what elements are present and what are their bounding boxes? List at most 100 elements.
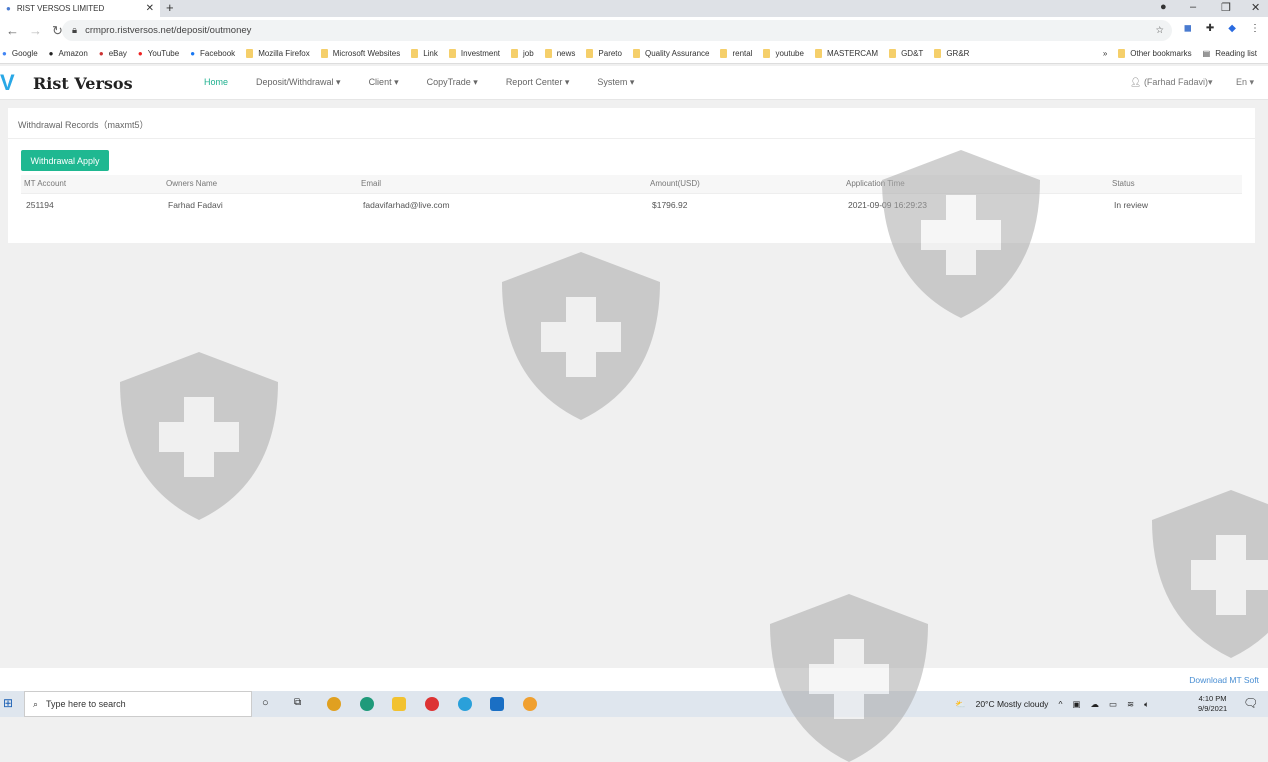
user-menu[interactable]: 👤︎ (Farhad Fadavi)▾ <box>1130 77 1212 88</box>
nav-item[interactable]: CopyTrade ▾ <box>427 77 478 88</box>
bookmark-label: MASTERCAM <box>826 49 879 58</box>
close-tab-icon[interactable]: ✕ <box>146 3 154 14</box>
language-select[interactable]: En ▾ <box>1236 77 1254 88</box>
withdrawal-apply-button[interactable]: Withdrawal Apply <box>21 150 109 171</box>
onedrive-icon[interactable]: ☁ <box>1090 699 1099 710</box>
search-placeholder: Type here to search <box>46 699 126 709</box>
column-header: Status <box>1112 179 1135 188</box>
app-icon[interactable] <box>425 697 439 711</box>
bookmark-label: Microsoft Websites <box>332 49 401 58</box>
shield-extension-icon[interactable]: ◆ <box>1228 23 1236 34</box>
new-tab-button[interactable]: + <box>166 0 174 15</box>
folder-icon <box>411 49 419 58</box>
profile-icon[interactable]: ● <box>1160 1 1167 13</box>
task-view-icon[interactable]: ⧉ <box>294 697 301 708</box>
weather-text[interactable]: 20°C Mostly cloudy <box>976 699 1049 709</box>
back-icon[interactable]: ← <box>6 23 19 38</box>
nav-item[interactable]: Client ▾ <box>369 77 399 88</box>
watermark-shield-icon <box>502 252 660 420</box>
user-name: (Farhad Fadavi)▾ <box>1143 77 1213 87</box>
folder-icon <box>1118 49 1126 58</box>
table-cell: 2021-09-09 16:29:23 <box>848 200 927 210</box>
lock-icon: 🔒︎ <box>72 25 78 36</box>
folder-icon <box>814 49 822 58</box>
bookmark-item[interactable]: ● YouTube <box>138 49 179 58</box>
bookmark-item[interactable]: ● eBay <box>99 49 127 58</box>
volume-icon[interactable]: 🔈︎ <box>1144 699 1149 710</box>
download-mt-link[interactable]: Download MT Soft <box>1189 675 1259 685</box>
star-icon[interactable]: ☆ <box>1155 25 1164 36</box>
bookmark-label: eBay <box>108 49 127 58</box>
bookmark-item[interactable]: job <box>511 49 534 58</box>
windows-start-icon[interactable]: ⊞ <box>3 696 13 710</box>
bookmark-label: news <box>556 49 576 58</box>
bookmark-item[interactable]: GR&R <box>934 49 969 58</box>
bookmark-item[interactable]: Quality Assurance <box>632 49 709 58</box>
reading-list-button[interactable]: ▤ Reading list <box>1203 49 1257 58</box>
folder-icon <box>632 49 640 58</box>
nav-item[interactable]: Report Center ▾ <box>506 77 570 88</box>
extension-icon[interactable]: ◼ <box>1184 23 1192 34</box>
chrome-icon[interactable] <box>327 697 341 711</box>
restore-button[interactable]: ❐ <box>1221 1 1231 14</box>
folder-icon <box>320 49 328 58</box>
nav-item[interactable]: System ▾ <box>597 77 634 88</box>
folder-icon <box>448 49 456 58</box>
footer <box>0 668 1268 691</box>
bookmark-item[interactable]: Investment <box>448 49 500 58</box>
watermark-shield-icon <box>120 352 278 520</box>
bookmark-label: GR&R <box>946 49 970 58</box>
site-favicon-icon: ● <box>190 49 196 58</box>
folder-icon <box>544 49 552 58</box>
bookmark-item[interactable]: youtube <box>763 49 804 58</box>
address-bar-row: ← → ↻ 🔒︎ crmpro.ristversos.net/deposit/o… <box>0 17 1268 44</box>
bookmark-item[interactable]: Microsoft Websites <box>320 49 401 58</box>
taskbar-search[interactable]: ⌕ Type here to search <box>24 691 252 717</box>
other-bookmarks-label: Other bookmarks <box>1130 49 1192 58</box>
bookmark-item[interactable]: ● Amazon <box>49 49 88 58</box>
url-field[interactable]: 🔒︎ crmpro.ristversos.net/deposit/outmone… <box>62 20 1172 41</box>
bookmarks-overflow-button[interactable]: » <box>1103 49 1107 58</box>
file-explorer-icon[interactable] <box>392 697 406 711</box>
bookmark-label: job <box>523 49 534 58</box>
battery-icon[interactable]: ▭ <box>1109 699 1117 710</box>
puzzle-icon[interactable]: ✚ <box>1206 23 1214 34</box>
bookmark-item[interactable]: GD&T <box>889 49 923 58</box>
bookmark-label: Google <box>11 49 38 58</box>
close-window-button[interactable]: ✕ <box>1251 1 1260 14</box>
bookmark-item[interactable]: Mozilla Firefox <box>246 49 310 58</box>
minimize-button[interactable]: – <box>1190 1 1196 13</box>
nav-item[interactable]: Home <box>204 77 228 88</box>
meet-icon[interactable]: ▣ <box>1072 699 1080 710</box>
mail-icon[interactable] <box>490 697 504 711</box>
bookmark-item[interactable]: Link <box>411 49 438 58</box>
wifi-icon[interactable]: ≋ <box>1127 699 1134 710</box>
brand-name[interactable]: Rist Versos <box>33 74 133 93</box>
bookmark-item[interactable]: Pareto <box>586 49 622 58</box>
bookmark-label: youtube <box>775 49 804 58</box>
table-cell: 251194 <box>26 200 54 210</box>
notifications-icon[interactable]: 🗨︎ <box>1243 696 1258 710</box>
folder-icon <box>763 49 771 58</box>
bookmark-item[interactable]: ● Google <box>2 49 38 58</box>
bookmark-label: Facebook <box>200 49 236 58</box>
other-bookmarks-button[interactable]: Other bookmarks <box>1118 49 1192 58</box>
telegram-icon[interactable] <box>458 697 472 711</box>
app2-icon[interactable] <box>523 697 537 711</box>
bookmark-item[interactable]: rental <box>720 49 752 58</box>
table-header: MT Account Owners Name Email Amount(USD) App… <box>21 175 1242 194</box>
folder-icon <box>586 49 594 58</box>
table-cell: Farhad Fadavi <box>168 200 223 210</box>
menu-icon[interactable]: ⋮ <box>1250 23 1260 34</box>
bookmark-item[interactable]: MASTERCAM <box>814 49 879 58</box>
reading-list-icon: ▤ <box>1202 49 1211 58</box>
browser-tab[interactable]: ● RIST VERSOS LIMITED ✕ <box>0 0 160 17</box>
cortana-icon[interactable]: ○ <box>262 697 269 709</box>
clock[interactable]: 4:10 PM 9/9/2021 <box>1198 694 1227 714</box>
edge-icon[interactable] <box>360 697 374 711</box>
forward-icon[interactable]: → <box>29 23 42 38</box>
nav-item[interactable]: Deposit/Withdrawal ▾ <box>256 77 341 88</box>
bookmark-item[interactable]: news <box>544 49 576 58</box>
chevron-up-icon[interactable]: ^ <box>1058 699 1062 709</box>
bookmark-item[interactable]: ● Facebook <box>190 49 235 58</box>
